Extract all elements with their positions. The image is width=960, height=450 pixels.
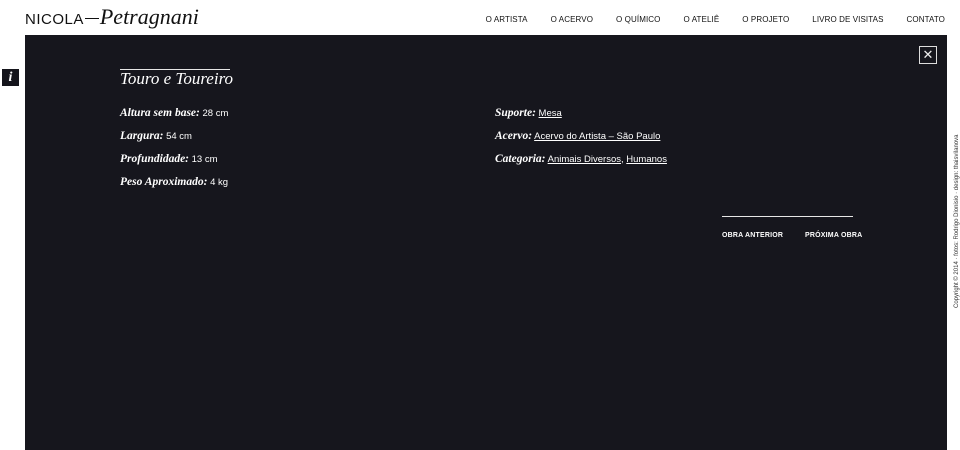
peso-label: Peso Aproximado: [120,176,208,188]
pagination-divider [722,216,853,217]
copyright-credits: Copyright © 2014 · fotos: Rodrigo Dionis… [950,123,960,308]
dimensions-column: Altura sem base: 28 cm Largura: 54 cm Pr… [120,107,228,199]
acervo-row: Acervo: Acervo do Artista – São Paulo [495,130,667,153]
main-nav: O ARTISTA O ACERVO O QUÍMICO O ATELIÊ O … [463,15,945,24]
altura-row: Altura sem base: 28 cm [120,107,228,130]
largura-value: 54 cm [166,131,192,142]
categoria-separator: , [621,154,624,165]
nav-o-acervo[interactable]: O ACERVO [551,15,593,24]
profundidade-value: 13 cm [191,154,218,165]
suporte-label: Suporte: [495,107,536,119]
categoria-link-animais[interactable]: Animais Diversos [548,154,621,165]
profundidade-row: Profundidade: 13 cm [120,153,228,176]
next-artwork-button[interactable]: PRÓXIMA OBRA [805,232,862,239]
credits-text: Copyright © 2014 · fotos: Rodrigo Dionis… [954,134,960,308]
logo-last-name: Petragnani [99,4,199,29]
nav-o-artista[interactable]: O ARTISTA [486,15,528,24]
categoria-label: Categoria: [495,153,546,165]
nav-contato[interactable]: CONTATO [907,15,945,24]
nav-o-atelie[interactable]: O ATELIÊ [684,15,720,24]
acervo-link[interactable]: Acervo do Artista – São Paulo [534,131,660,142]
previous-artwork-button[interactable]: OBRA ANTERIOR [722,232,783,239]
suporte-link[interactable]: Mesa [539,108,562,119]
close-icon[interactable]: ✕ [919,46,937,64]
categoria-row: Categoria: Animais Diversos, Humanos [495,153,667,176]
suporte-row: Suporte: Mesa [495,107,667,130]
largura-label: Largura: [120,130,164,142]
categoria-link-humanos[interactable]: Humanos [626,154,667,165]
artwork-detail-panel: ✕ Touro e Toureiro Altura sem base: 28 c… [25,35,947,450]
altura-value: 28 cm [202,108,229,119]
profundidade-label: Profundidade: [120,153,189,165]
details-column: Suporte: Mesa Acervo: Acervo do Artista … [495,107,667,176]
site-logo[interactable]: NICOLA Petragnani [25,4,199,30]
altura-label: Altura sem base: [120,107,200,119]
logo-first-name: NICOLA [25,11,84,28]
nav-o-quimico[interactable]: O QUÍMICO [616,15,660,24]
largura-row: Largura: 54 cm [120,130,228,153]
nav-o-projeto[interactable]: O PROJETO [742,15,789,24]
info-icon[interactable]: i [2,69,19,86]
artwork-title: Touro e Toureiro [120,69,234,88]
acervo-label: Acervo: [495,130,533,142]
logo-dash [84,17,99,19]
site-header: NICOLA Petragnani O ARTISTA O ACERVO O QU… [0,0,960,35]
peso-row: Peso Aproximado: 4 kg [120,176,228,199]
peso-value: 4 kg [210,177,229,188]
nav-livro-de-visitas[interactable]: LIVRO DE VISITAS [812,15,883,24]
